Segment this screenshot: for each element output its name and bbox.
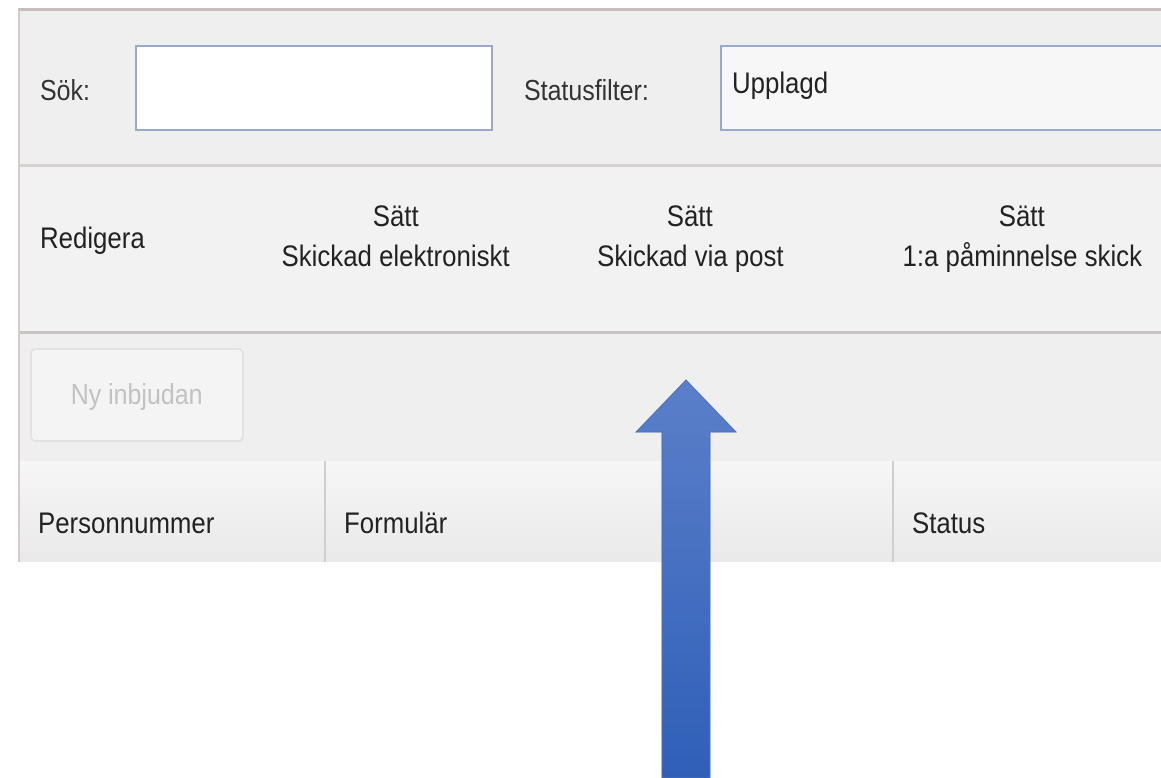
up-arrow-icon xyxy=(634,379,738,778)
